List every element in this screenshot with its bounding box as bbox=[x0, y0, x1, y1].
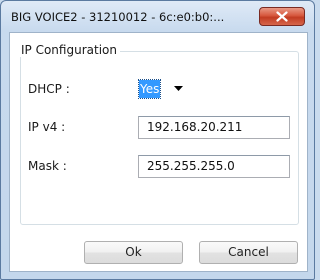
group-title: IP Configuration bbox=[18, 43, 120, 57]
close-icon bbox=[276, 11, 288, 22]
title-bar[interactable]: BIG VOICE2 - 31210012 - 6c:e0:b0:... bbox=[1, 1, 314, 33]
mask-field[interactable]: 255.255.255.0 bbox=[138, 155, 290, 178]
window-title: BIG VOICE2 - 31210012 - 6c:e0:b0:... bbox=[11, 10, 225, 24]
ok-button[interactable]: Ok bbox=[84, 241, 183, 264]
ipv4-field[interactable]: 192.168.20.211 bbox=[138, 116, 290, 139]
dialog-window: BIG VOICE2 - 31210012 - 6c:e0:b0:... IP … bbox=[0, 0, 315, 280]
dhcp-selected-value: Yes bbox=[137, 79, 162, 99]
mask-label: Mask : bbox=[28, 159, 67, 173]
cancel-button[interactable]: Cancel bbox=[199, 241, 298, 264]
dialog-content: IP Configuration DHCP : Yes IP v4 : 192.… bbox=[9, 32, 308, 272]
ipv4-label: IP v4 : bbox=[28, 120, 66, 134]
chevron-down-icon bbox=[174, 86, 183, 91]
dhcp-label: DHCP : bbox=[28, 82, 70, 96]
dhcp-select[interactable]: Yes bbox=[137, 79, 188, 99]
close-button[interactable] bbox=[259, 7, 305, 26]
